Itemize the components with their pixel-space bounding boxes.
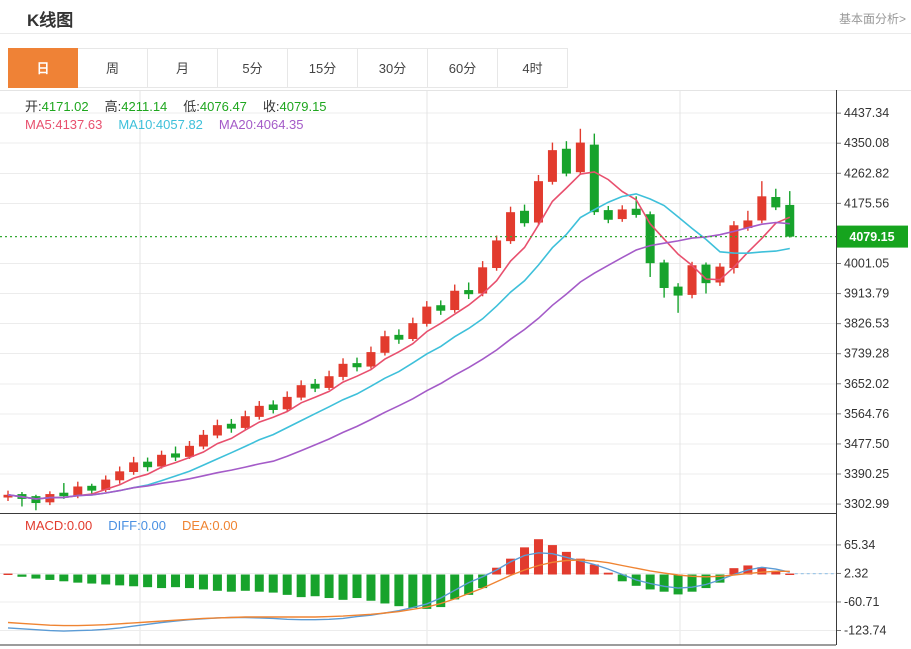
price-axis-label: 3564.76 (844, 407, 889, 421)
macd-axis-label: -60.71 (844, 595, 879, 609)
price-axis-label: 4437.34 (844, 106, 889, 120)
diff-value: DIFF:0.00 (108, 518, 166, 533)
ohlc-high: 高:4211.14 (105, 99, 168, 114)
macd-readout: MACD:0.00 DIFF:0.00 DEA:0.00 (25, 518, 254, 533)
tab-60min[interactable]: 60分 (428, 48, 498, 88)
macd-panel: 65.34 2.32 -60.71 -123.74 (0, 538, 886, 638)
ma-readout: MA5:4137.63 MA10:4057.82 MA20:4064.35 (25, 117, 320, 132)
price-axis-label: 4001.05 (844, 257, 889, 271)
macd-axis-label: 2.32 (844, 566, 868, 580)
dea-value: DEA:0.00 (182, 518, 238, 533)
ma20-value: MA20:4064.35 (219, 117, 304, 132)
tab-weekly[interactable]: 周 (78, 48, 148, 88)
tab-30min[interactable]: 30分 (358, 48, 428, 88)
ma5-value: MA5:4137.63 (25, 117, 102, 132)
price-axis-label: 4262.82 (844, 166, 889, 180)
ohlc-close: 收:4079.15 (263, 99, 327, 114)
price-axis-label: 3302.99 (844, 497, 889, 511)
price-axis-label: 3390.25 (844, 467, 889, 481)
price-axis-label: 3913.79 (844, 287, 889, 301)
ma10-value: MA10:4057.82 (118, 117, 203, 132)
interval-tab-bar: 日周月5分15分30分60分4时 (8, 48, 568, 90)
price-axis-label: 4175.56 (844, 196, 889, 210)
price-axis-label: 3652.02 (844, 377, 889, 391)
price-axis-label: 3477.50 (844, 437, 889, 451)
price-axis-label: 3826.53 (844, 317, 889, 331)
gridlines (0, 90, 836, 645)
ohlc-open: 开:4171.02 (25, 99, 89, 114)
kline-widget: K线图 基本面分析> 日周月5分15分30分60分4时 开:4171.02高:4… (0, 0, 911, 649)
tab-15min[interactable]: 15分 (288, 48, 358, 88)
ohlc-low: 低:4076.47 (183, 99, 247, 114)
macd-axis-label: -123.74 (844, 623, 886, 637)
macd-value: MACD:0.00 (25, 518, 92, 533)
tab-4hour[interactable]: 4时 (498, 48, 568, 88)
ohlc-readout: 开:4171.02 高:4211.14 低:4076.47 收:4079.15 (25, 96, 343, 115)
tab-daily[interactable]: 日 (8, 48, 78, 88)
macd-axis-label: 65.34 (844, 538, 875, 552)
ma10-line (8, 194, 790, 499)
tab-5min[interactable]: 5分 (218, 48, 288, 88)
price-axis-label: 4350.08 (844, 136, 889, 150)
candles (4, 129, 795, 511)
tab-monthly[interactable]: 月 (148, 48, 218, 88)
price-axis-label: 3739.28 (844, 347, 889, 361)
current-price-value: 4079.15 (849, 230, 894, 244)
